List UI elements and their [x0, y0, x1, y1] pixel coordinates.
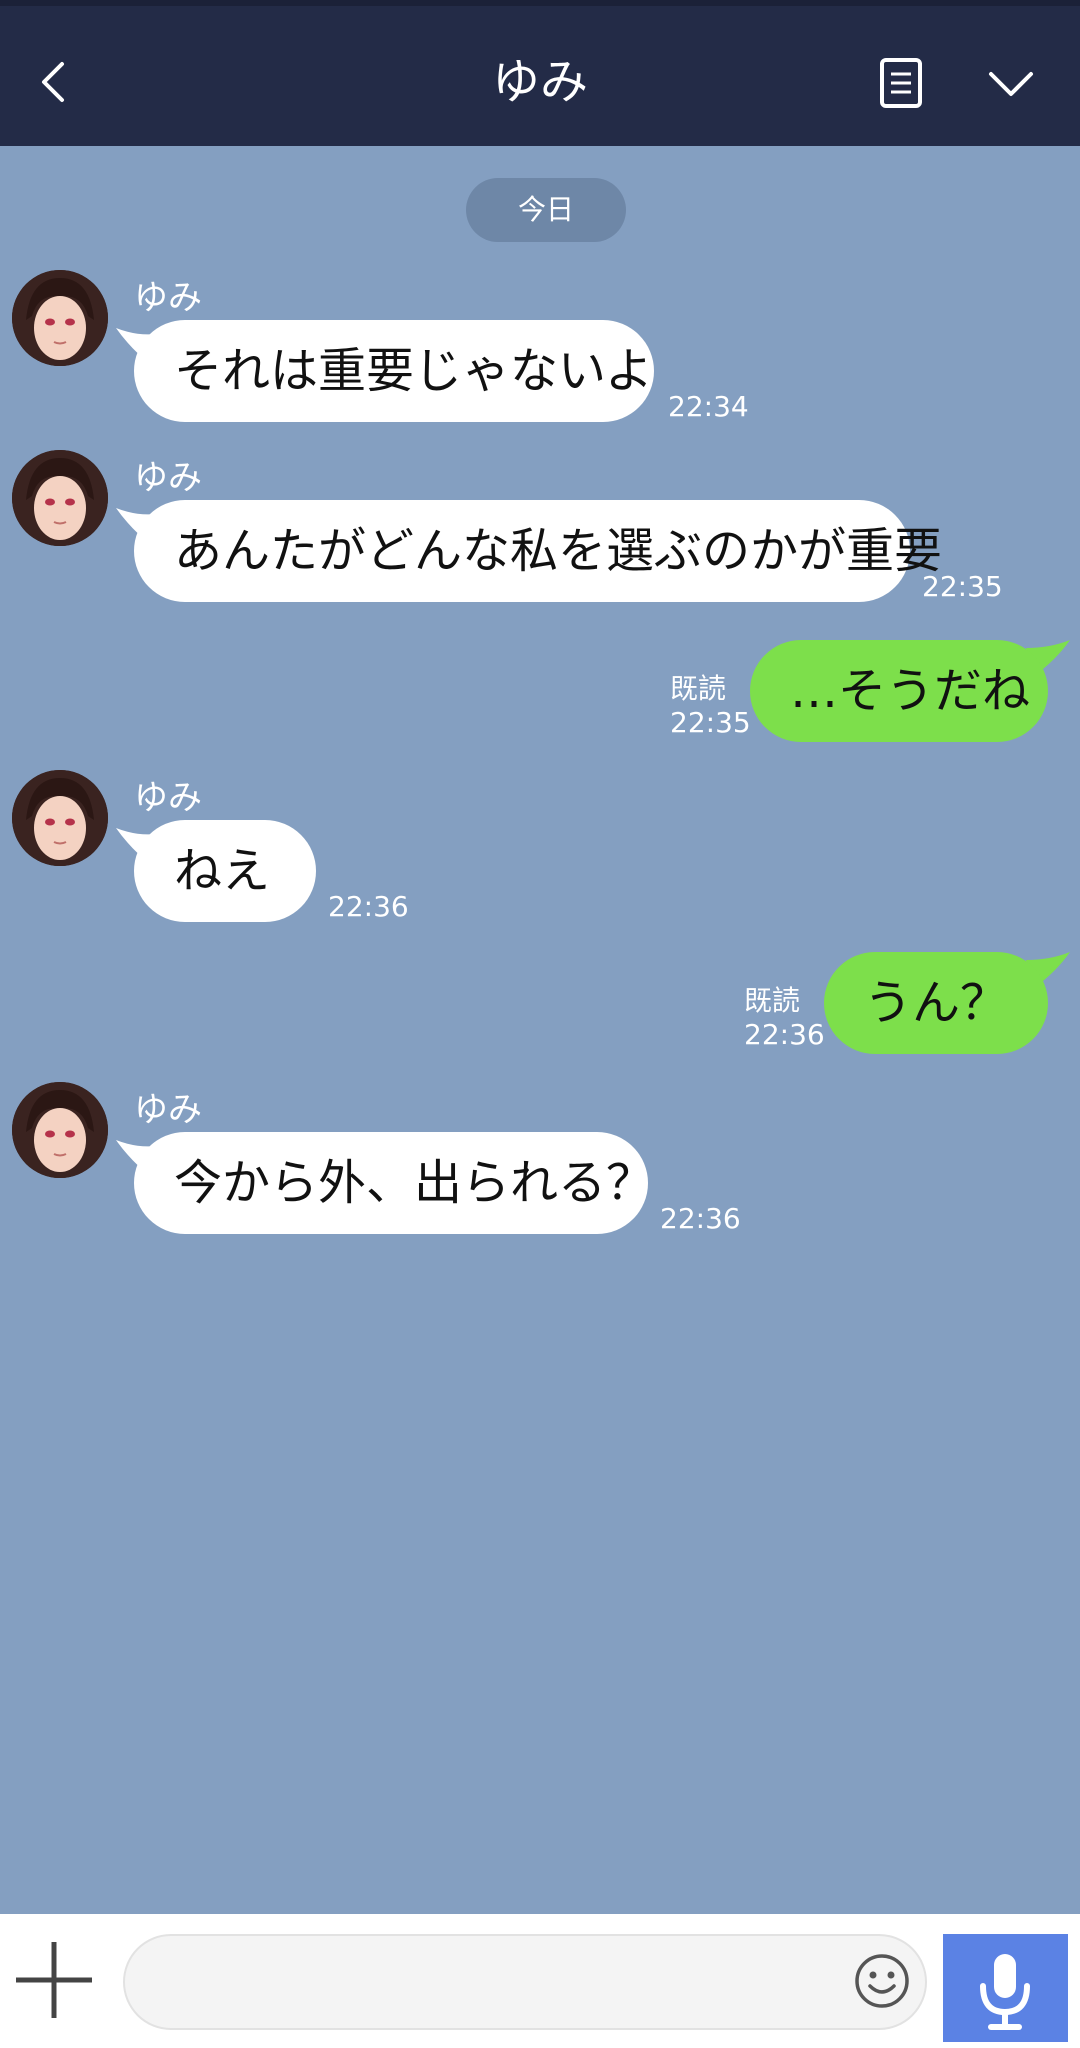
avatar[interactable] [12, 770, 108, 866]
smiley-icon [855, 1954, 909, 2008]
avatar[interactable] [12, 450, 108, 546]
message-time: 22:34 [668, 390, 749, 423]
microphone-icon [980, 1954, 1030, 2030]
message-input-container [123, 1934, 927, 2030]
chat-title: ゆみ [491, 54, 588, 110]
message-time: 22:36 [328, 890, 409, 923]
message-bubble[interactable]: …そうだね [750, 640, 1048, 742]
message-time: 22:35 [922, 570, 1003, 603]
message-time: 22:36 [744, 1018, 825, 1051]
message-time: 22:35 [670, 706, 751, 739]
sender-name: ゆみ [134, 458, 202, 498]
sender-name: ゆみ [134, 278, 202, 318]
voice-input-button[interactable] [943, 1934, 1068, 2042]
menu-dropdown-button[interactable] [985, 64, 1037, 104]
emoji-button[interactable] [853, 1952, 911, 2010]
chat-area[interactable]: 今日 ゆみ それは重要じゃないよ 22:34 ゆみ あんたがどんな私を選ぶのかが… [0, 146, 1080, 1914]
note-icon [880, 58, 922, 108]
add-attachment-button[interactable] [14, 1940, 94, 2020]
message-time: 22:36 [660, 1202, 741, 1235]
chevron-left-icon [42, 62, 64, 102]
note-button[interactable] [875, 56, 927, 110]
plus-icon [16, 1942, 92, 2018]
message-bubble[interactable]: あんたがどんな私を選ぶのかが重要 [134, 500, 942, 602]
avatar[interactable] [12, 270, 108, 366]
message-bubble[interactable]: ねえ [134, 820, 316, 922]
sender-name: ゆみ [134, 778, 202, 818]
back-button[interactable] [28, 50, 80, 114]
read-receipt: 既読 22:36 [744, 984, 825, 1052]
message-input[interactable] [155, 1936, 839, 2030]
avatar[interactable] [12, 1082, 108, 1178]
message-bubble[interactable]: うん？ [824, 952, 1048, 1054]
read-status: 既読 [670, 672, 727, 705]
read-status: 既読 [744, 984, 801, 1017]
message-bubble[interactable]: それは重要じゃないよ [134, 320, 654, 422]
message-bubble[interactable]: 今から外、出られる？ [134, 1132, 654, 1234]
read-receipt: 既読 22:35 [670, 672, 751, 740]
sender-name: ゆみ [134, 1090, 202, 1130]
date-separator: 今日 [466, 178, 626, 242]
chevron-down-icon [989, 72, 1033, 96]
input-bar [0, 1914, 1080, 2048]
chat-header: ゆみ [0, 0, 1080, 146]
